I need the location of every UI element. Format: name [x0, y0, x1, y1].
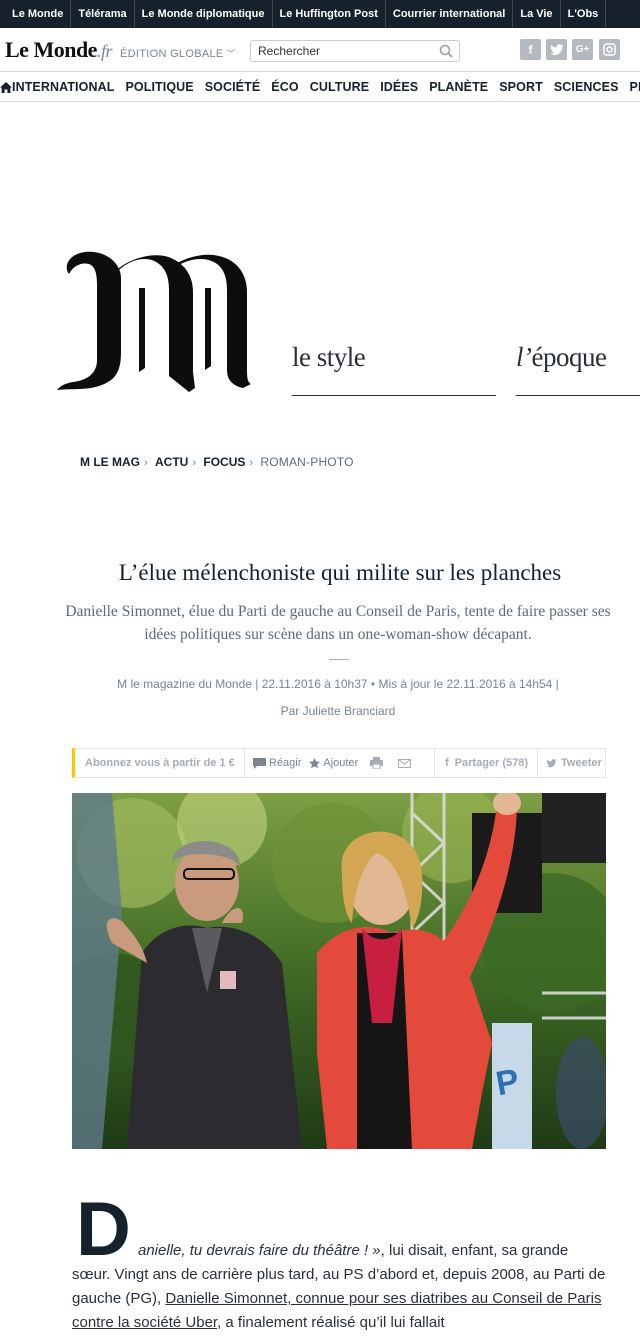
site-logo[interactable]: Le Monde.fr: [5, 37, 112, 63]
nav-item-eco[interactable]: ÉCO: [271, 80, 298, 94]
tweet-label: Tweeter: [561, 757, 602, 769]
breadcrumb: M LE MAG › ACTU › FOCUS › ROMAN-PHOTO: [80, 455, 354, 469]
article-title: L’élue mélenchoniste qui milite sur les …: [118, 560, 562, 585]
nav-item-planete[interactable]: PLANÈTE: [429, 80, 488, 94]
m-nav-lepoque-prefix: l’: [516, 342, 532, 372]
site-header: Le Monde.fr ÉDITION GLOBALE﹀ f G+: [0, 28, 640, 72]
article-meta: M le magazine du Monde | 22.11.2016 à 10…: [117, 677, 559, 691]
breadcrumb-current: ROMAN-PHOTO: [260, 455, 354, 469]
nav-item-societe[interactable]: SOCIÉTÉ: [205, 80, 261, 94]
home-glyph-icon: [0, 81, 12, 93]
home-icon[interactable]: [0, 81, 12, 93]
react-label: Réagir: [269, 757, 302, 769]
network-link-courrier-international[interactable]: Courrier international: [386, 0, 514, 28]
nav-item-sciences[interactable]: SCIENCES: [554, 80, 619, 94]
share-label: Partager (578): [454, 757, 529, 769]
subscribe-label: Abonnez vous à partir de 1 €: [85, 757, 235, 769]
nav-item-politique[interactable]: POLITIQUE: [125, 80, 193, 94]
title-divider: [329, 659, 349, 660]
search-icon[interactable]: [439, 44, 453, 58]
mail-icon: [398, 758, 412, 768]
article-body: anielle, tu devrais faire du théâtre ! »…: [72, 1239, 612, 1335]
nav-item-idees[interactable]: IDÉES: [380, 80, 418, 94]
comment-icon: [253, 757, 266, 769]
article-action-bar: Abonnez vous à partir de 1 € Réagir Ajou…: [72, 748, 606, 778]
subscribe-link[interactable]: Abonnez vous à partir de 1 €: [75, 749, 245, 777]
instagram-icon[interactable]: [599, 39, 620, 60]
facebook-icon: f: [445, 757, 449, 769]
network-link-lobs[interactable]: L'Obs: [561, 0, 607, 28]
add-button[interactable]: Ajouter: [309, 757, 358, 769]
facebook-glyph: f: [528, 42, 533, 57]
twitter-icon: [546, 758, 557, 767]
print-button[interactable]: [370, 757, 386, 769]
breadcrumb-m-le-mag[interactable]: M LE MAG: [80, 455, 140, 469]
chevron-down-icon: ﹀: [226, 49, 236, 59]
breadcrumb-separator-icon: ›: [192, 457, 197, 469]
breadcrumb-separator-icon: ›: [144, 457, 148, 469]
network-link-huffington-post[interactable]: Le Huffington Post: [273, 0, 386, 28]
search-input[interactable]: [251, 41, 431, 61]
m-nav-le-style[interactable]: le style: [292, 342, 496, 396]
logo-suffix: .fr: [96, 41, 113, 61]
facebook-icon[interactable]: f: [520, 39, 541, 60]
add-label: Ajouter: [323, 757, 359, 769]
breadcrumb-focus[interactable]: FOCUS: [203, 455, 245, 469]
search-box: [250, 40, 460, 62]
article-paragraph-text-end: , a finalement réalisé qu’il lui fallait: [217, 1314, 445, 1331]
nav-item-culture[interactable]: CULTURE: [310, 80, 370, 94]
article-first-line-rest: , lui disait, enfant, sa grande: [380, 1242, 569, 1259]
facebook-share-button[interactable]: f Partager (578): [434, 749, 537, 777]
nav-item-international[interactable]: INTERNATIONAL: [12, 80, 114, 94]
article-byline: Par Juliette Branciard: [280, 704, 396, 718]
breadcrumb-actu[interactable]: ACTU: [155, 455, 188, 469]
article-quote: anielle, tu devrais faire du théâtre ! »: [138, 1242, 381, 1259]
network-link-la-vie[interactable]: La Vie: [513, 0, 561, 28]
tweet-button[interactable]: Tweeter: [537, 749, 607, 777]
m-nav-lepoque[interactable]: l’époque: [516, 342, 640, 396]
network-link-telerama[interactable]: Télérama: [71, 0, 135, 28]
twitter-bird-icon: [550, 43, 563, 55]
nav-item-pixels[interactable]: PIXELS: [630, 80, 640, 94]
instagram-glyph-icon: [603, 43, 616, 56]
react-button[interactable]: Réagir: [253, 757, 301, 769]
network-bar: Le Monde Télérama Le Monde diplomatique …: [0, 0, 640, 28]
email-button[interactable]: [398, 758, 414, 768]
star-icon: [309, 757, 321, 768]
google-plus-glyph: G+: [575, 44, 590, 55]
network-link-le-monde[interactable]: Le Monde: [0, 0, 72, 28]
breadcrumb-separator-icon: ›: [249, 457, 254, 469]
network-link-monde-diplomatique[interactable]: Le Monde diplomatique: [135, 0, 273, 28]
twitter-icon[interactable]: [546, 39, 567, 60]
google-plus-icon[interactable]: G+: [572, 39, 593, 60]
m-magazine-logo[interactable]: [55, 248, 255, 398]
nav-item-sport[interactable]: SPORT: [499, 80, 543, 94]
print-icon: [370, 757, 384, 769]
m-nav-le-style-label: le style: [292, 342, 366, 372]
edition-label: ÉDITION GLOBALE: [120, 48, 224, 60]
main-nav: INTERNATIONAL POLITIQUE SOCIÉTÉ ÉCO CULT…: [0, 73, 640, 102]
edition-selector[interactable]: ÉDITION GLOBALE ﹀: [120, 47, 236, 60]
logo-text: Le Monde: [5, 37, 97, 62]
m-nav-lepoque-label: époque: [531, 342, 607, 372]
article-description: Danielle Simonnet, élue du Parti de gauc…: [65, 603, 611, 643]
article-first-line: anielle, tu devrais faire du théâtre ! »…: [72, 1239, 612, 1263]
article-photo: P: [72, 793, 606, 1149]
